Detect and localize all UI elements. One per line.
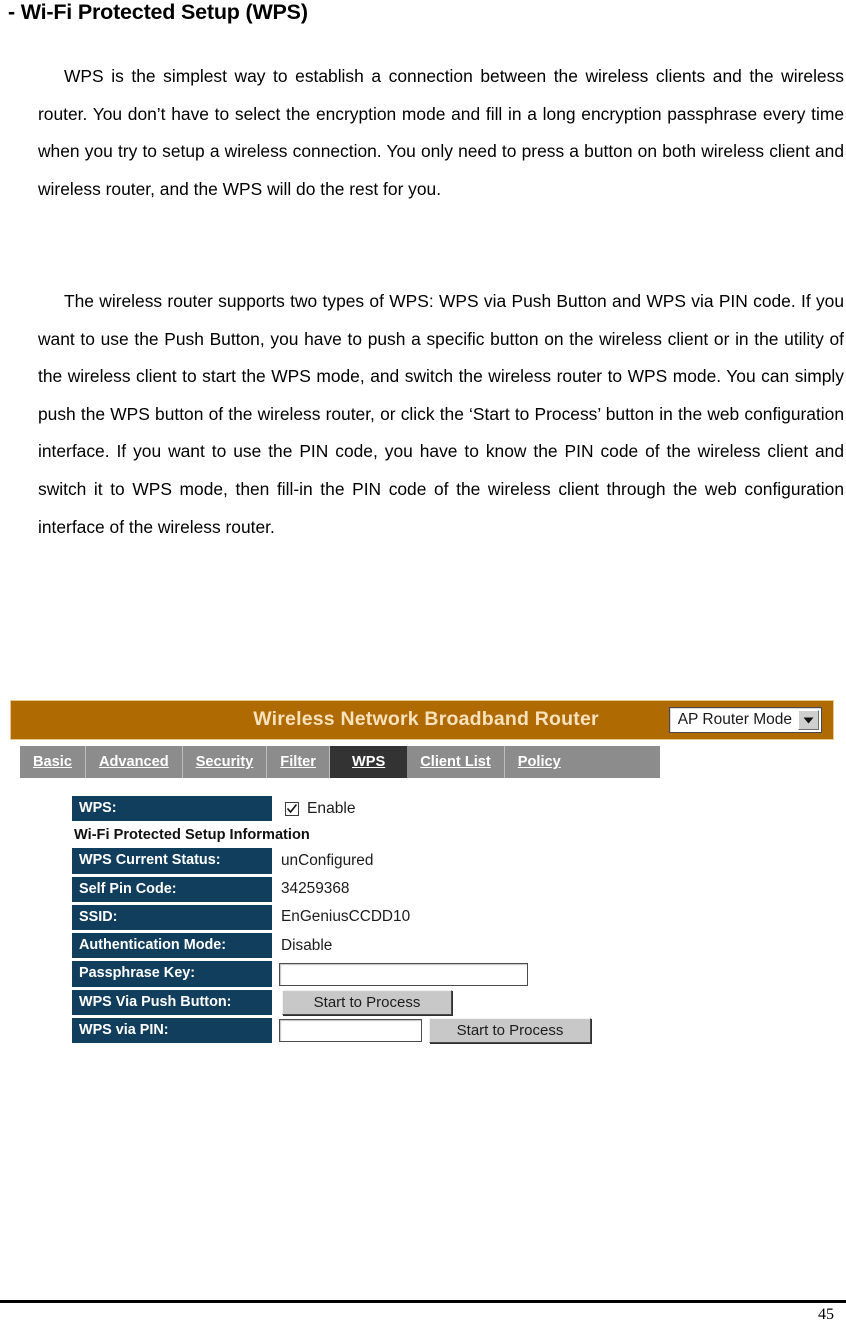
passphrase-key-input[interactable]	[279, 962, 528, 986]
body-paragraph-2: The wireless router supports two types o…	[38, 283, 844, 546]
label-wps-via-pin: WPS via PIN:	[72, 1017, 272, 1044]
value-ssid: EnGeniusCCDD10	[281, 908, 411, 926]
tab-advanced[interactable]: Advanced	[86, 746, 183, 778]
footer-divider	[0, 1300, 846, 1303]
label-passphrase-key: Passphrase Key:	[72, 961, 272, 987]
row-wps-enable: WPS: Enable	[72, 796, 632, 822]
section-heading-wps-info: Wi-Fi Protected Setup Information	[74, 827, 310, 844]
operation-mode-select[interactable]: AP Router Mode	[668, 707, 822, 733]
tab-basic[interactable]: Basic	[20, 746, 86, 778]
label-authentication-mode: Authentication Mode:	[72, 933, 272, 959]
row-ssid: SSID: EnGeniusCCDD10	[72, 904, 632, 931]
router-tab-bar: Basic Advanced Security Filter WPS Clien…	[20, 746, 660, 778]
paragraph-text: WPS is the simplest way to establish a c…	[38, 66, 844, 199]
checkbox-checked-icon[interactable]	[285, 801, 299, 816]
label-wps-push-button: WPS Via Push Button:	[72, 989, 272, 1015]
label-wps: WPS:	[72, 796, 272, 822]
start-to-process-pin-button[interactable]: Start to Process	[429, 1018, 591, 1044]
wps-settings-form: WPS: Enable Wi-Fi Protected Setup Inform…	[72, 796, 632, 1044]
body-paragraph-1: WPS is the simplest way to establish a c…	[38, 58, 844, 208]
row-wps-push-button: WPS Via Push Button: Start to Process	[72, 989, 632, 1015]
tab-client-list[interactable]: Client List	[407, 746, 505, 778]
start-to-process-push-button[interactable]: Start to Process	[282, 989, 452, 1015]
tab-security[interactable]: Security	[183, 746, 268, 778]
value-authentication-mode: Disable	[281, 936, 333, 954]
row-authentication-mode: Authentication Mode: Disable	[72, 933, 632, 959]
row-passphrase-key: Passphrase Key:	[72, 961, 632, 987]
operation-mode-value: AP Router Mode	[677, 711, 792, 728]
tab-policy[interactable]: Policy	[505, 746, 574, 778]
checkbox-label-enable: Enable	[307, 799, 356, 817]
tab-wps[interactable]: WPS	[329, 746, 408, 778]
router-ui-screenshot: Wireless Network Broadband Router AP Rou…	[10, 700, 834, 1046]
label-self-pin-code: Self Pin Code:	[72, 876, 272, 902]
label-ssid: SSID:	[72, 904, 272, 931]
tab-filter[interactable]: Filter	[267, 746, 330, 778]
page-title: - Wi-Fi Protected Setup (WPS)	[8, 0, 308, 24]
row-wps-current-status: WPS Current Status: unConfigured	[72, 848, 632, 874]
paragraph-text: The wireless router supports two types o…	[38, 291, 844, 537]
page-number: 45	[818, 1306, 834, 1323]
row-self-pin-code: Self Pin Code: 34259368	[72, 876, 632, 902]
chevron-down-icon[interactable]	[798, 710, 819, 730]
value-wps-current-status: unConfigured	[281, 851, 374, 869]
wps-pin-input[interactable]	[279, 1019, 422, 1043]
value-self-pin-code: 34259368	[281, 880, 350, 898]
wps-enable-control[interactable]: Enable	[272, 800, 356, 818]
router-banner: Wireless Network Broadband Router AP Rou…	[10, 700, 834, 740]
row-wps-via-pin: WPS via PIN: Start to Process	[72, 1017, 632, 1044]
label-wps-current-status: WPS Current Status:	[72, 848, 272, 874]
